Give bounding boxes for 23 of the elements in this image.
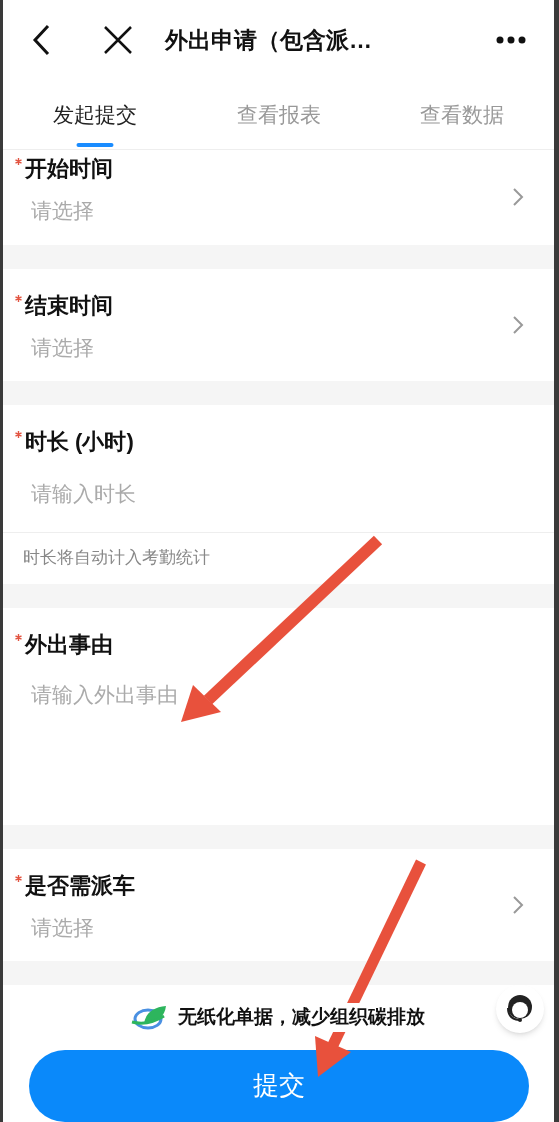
leaf-logo-icon — [130, 1004, 168, 1031]
chevron-right-icon — [512, 894, 524, 915]
select-placeholder[interactable]: 请选择 — [31, 331, 94, 363]
window-title: 外出申请（包含派… — [165, 25, 372, 55]
field-label: 外出事由 — [25, 630, 113, 659]
submit-button[interactable]: 提交 — [28, 1049, 529, 1122]
field-label: 结束时间 — [25, 291, 113, 320]
back-icon[interactable] — [31, 24, 51, 56]
tab[interactable]: 查看报表 — [186, 80, 371, 149]
field-label: 开始时间 — [25, 155, 113, 183]
field-label: 时长 (小时) — [25, 428, 134, 456]
field-label: 是否需派车 — [25, 871, 135, 900]
tab[interactable]: 查看数据 — [370, 80, 554, 149]
select-placeholder[interactable]: 请选择 — [31, 195, 94, 227]
more-icon[interactable] — [496, 36, 526, 44]
chevron-right-icon — [512, 314, 524, 335]
select-placeholder[interactable]: 请选择 — [31, 911, 94, 943]
tab[interactable]: 发起提交 — [3, 80, 187, 149]
close-icon[interactable] — [103, 25, 133, 55]
support-button[interactable] — [496, 985, 544, 1033]
slogan-text: 无纸化单据，减少组织碳排放 — [176, 1003, 427, 1032]
chevron-right-icon — [512, 187, 524, 208]
hint-text: 时长将自动计入考勤统计 — [23, 547, 210, 570]
